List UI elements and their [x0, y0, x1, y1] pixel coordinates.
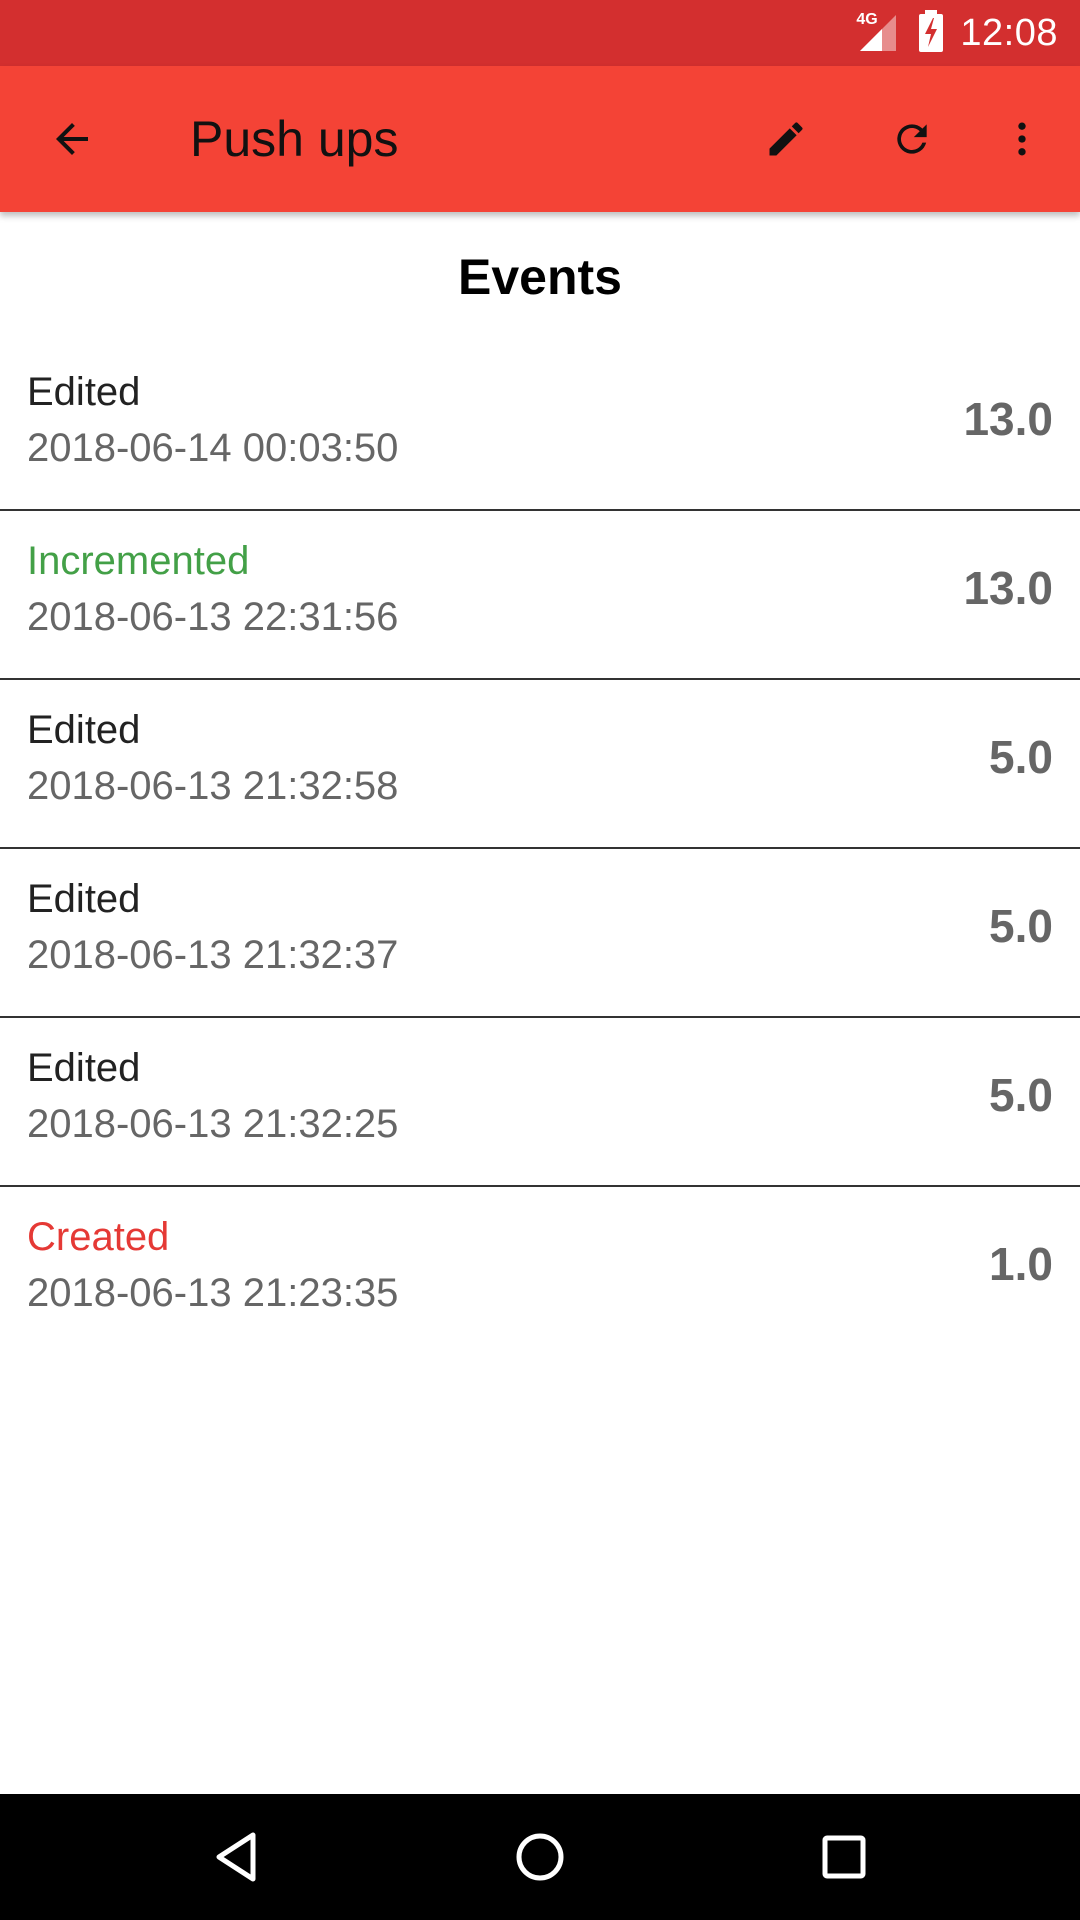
event-type-label: Created — [27, 1215, 170, 1259]
arrow-back-icon — [56, 123, 88, 155]
event-type-label: Edited — [27, 708, 141, 752]
event-type-label: Edited — [27, 370, 141, 414]
event-value: 13.0 — [963, 562, 1053, 614]
status-icons: 4G 12:08 — [852, 0, 1058, 66]
event-row[interactable]: Edited 2018-06-14 00:03:50 13.0 — [0, 342, 1080, 511]
status-bar: 4G 12:08 — [0, 0, 1080, 66]
edit-button[interactable] — [750, 103, 822, 175]
event-row[interactable]: Edited 2018-06-13 21:32:37 5.0 — [0, 849, 1080, 1018]
nav-back-button[interactable] — [197, 1817, 277, 1897]
back-button[interactable] — [36, 103, 108, 175]
triangle-back-icon — [216, 1832, 256, 1882]
event-value: 13.0 — [963, 393, 1053, 445]
event-timestamp: 2018-06-13 21:23:35 — [27, 1271, 399, 1315]
event-type-label: Edited — [27, 877, 141, 921]
event-value: 1.0 — [989, 1238, 1053, 1290]
battery-charging-icon — [918, 9, 944, 57]
more-options-button[interactable] — [986, 103, 1058, 175]
clock: 12:08 — [960, 11, 1058, 54]
app-bar: Push ups — [0, 66, 1080, 212]
more-vert-icon — [1018, 122, 1026, 156]
pencil-icon — [769, 122, 803, 156]
refresh-icon — [897, 124, 927, 154]
reset-button[interactable] — [876, 103, 948, 175]
event-row[interactable]: Created 2018-06-13 21:23:35 1.0 — [0, 1187, 1080, 1354]
page-title: Push ups — [190, 111, 399, 167]
event-timestamp: 2018-06-13 21:32:58 — [27, 764, 399, 808]
cell-signal-icon: 4G — [852, 11, 902, 53]
event-timestamp: 2018-06-13 21:32:25 — [27, 1102, 399, 1146]
circle-home-icon — [516, 1833, 564, 1881]
event-type-label: Incremented — [27, 539, 250, 583]
nav-recents-button[interactable] — [804, 1817, 884, 1897]
nav-home-button[interactable] — [500, 1817, 580, 1897]
main-content: Events Edited 2018-06-14 00:03:50 13.0 Incr… — [0, 212, 1080, 1354]
event-list: Edited 2018-06-14 00:03:50 13.0 Incremented… — [0, 342, 1080, 1354]
event-row[interactable]: Edited 2018-06-13 21:32:58 5.0 — [0, 680, 1080, 849]
event-value: 5.0 — [989, 900, 1053, 952]
screen: 4G 12:08 Push ups Events Edited 2018-06-… — [0, 0, 1080, 1920]
event-value: 5.0 — [989, 1069, 1053, 1121]
event-timestamp: 2018-06-13 22:31:56 — [27, 595, 399, 639]
event-type-label: Edited — [27, 1046, 141, 1090]
section-title: Events — [458, 249, 622, 305]
event-timestamp: 2018-06-13 21:32:37 — [27, 933, 399, 977]
event-value: 5.0 — [989, 731, 1053, 783]
event-row[interactable]: Incremented 2018-06-13 22:31:56 13.0 — [0, 511, 1080, 680]
square-recents-icon — [822, 1835, 866, 1879]
navigation-bar — [0, 1794, 1080, 1920]
event-timestamp: 2018-06-14 00:03:50 — [27, 426, 399, 470]
event-row[interactable]: Edited 2018-06-13 21:32:25 5.0 — [0, 1018, 1080, 1187]
